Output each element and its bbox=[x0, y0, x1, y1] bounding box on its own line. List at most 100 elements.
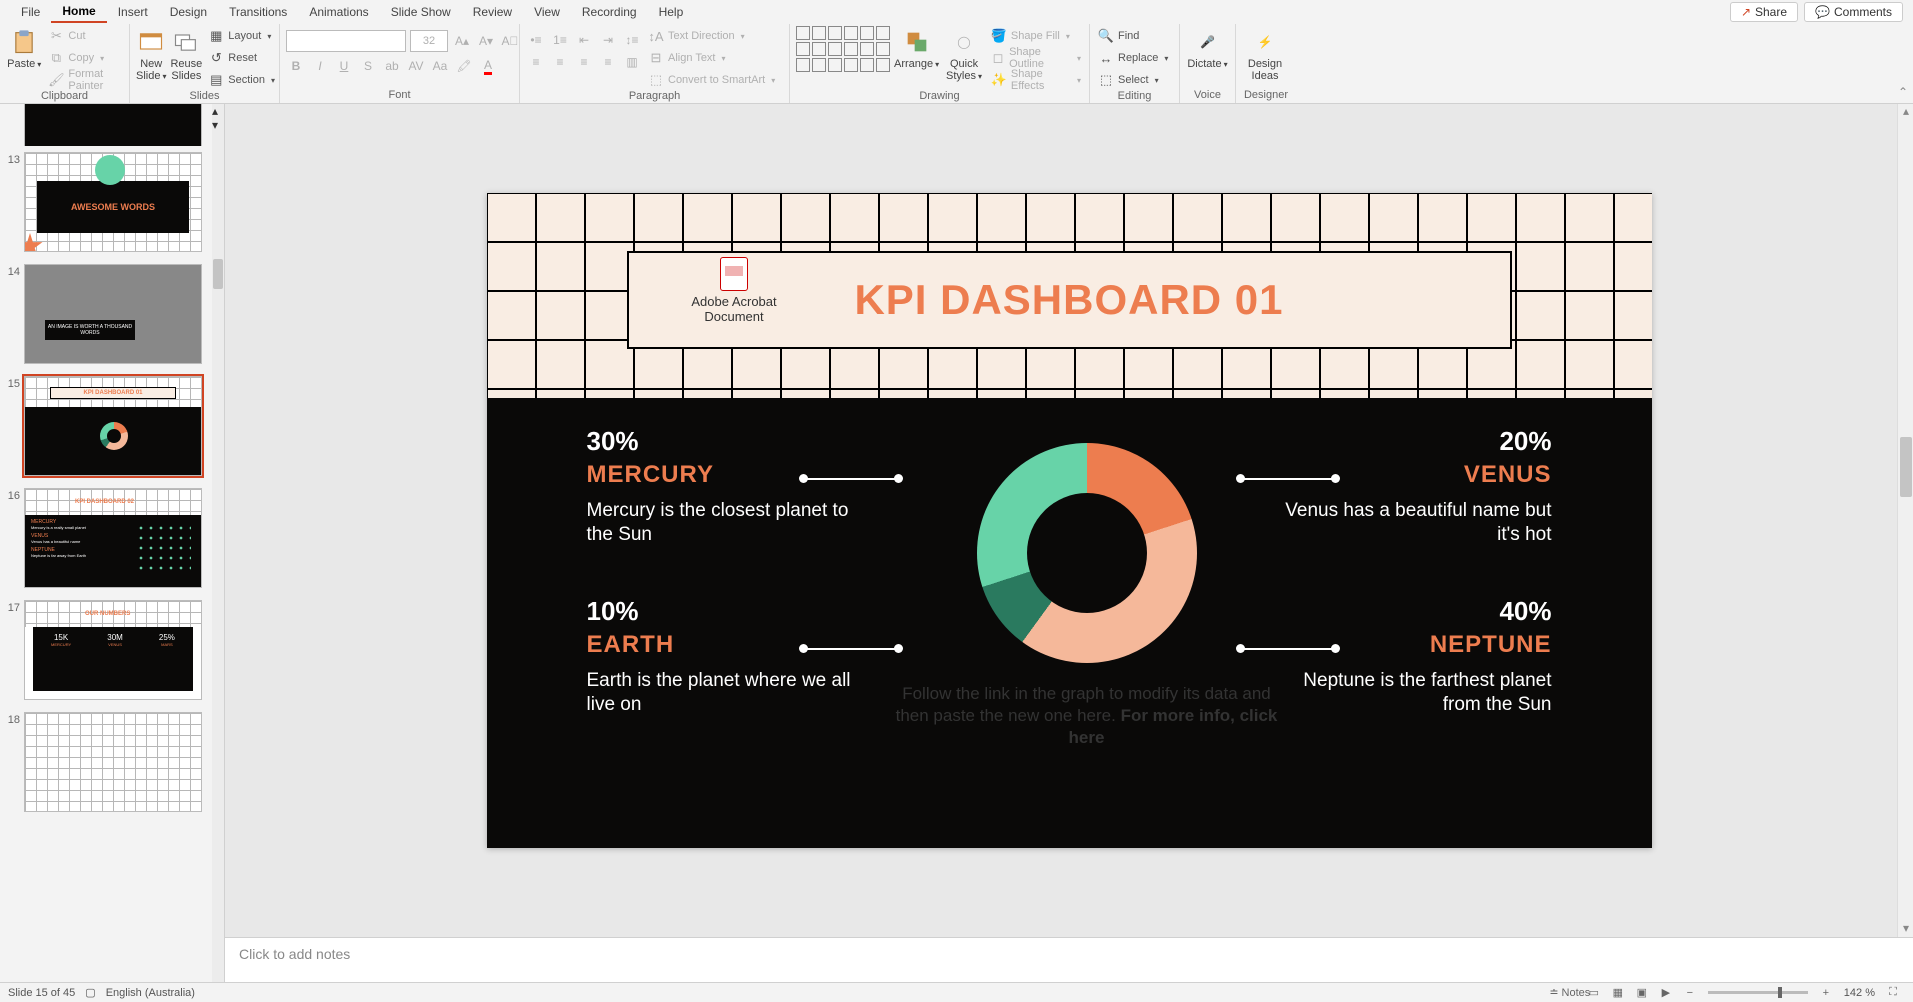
tab-file[interactable]: File bbox=[10, 2, 51, 22]
chart-hint-text[interactable]: Follow the link in the graph to modify i… bbox=[887, 683, 1287, 749]
notes-pane[interactable]: Click to add notes bbox=[225, 937, 1913, 982]
pdf-label: Adobe Acrobat Document bbox=[682, 295, 787, 325]
design-ideas-button[interactable]: ⚡ Design Ideas bbox=[1242, 26, 1288, 82]
numbering-button[interactable]: 1≡ bbox=[550, 30, 570, 50]
text-direction-button[interactable]: ↕AText Direction▾ bbox=[646, 26, 777, 46]
zoom-out-button[interactable]: − bbox=[1679, 985, 1701, 1001]
increase-font-button[interactable]: A▴ bbox=[452, 31, 472, 51]
select-button[interactable]: ⬚Select▾ bbox=[1096, 70, 1170, 90]
kpi-block-mercury[interactable]: 30% MERCURY Mercury is the closest plane… bbox=[587, 426, 877, 547]
thumbnail-scrollbar[interactable]: ▴▾ bbox=[212, 104, 224, 982]
arrange-button[interactable]: Arrange▾ bbox=[894, 26, 939, 70]
align-text-button[interactable]: ⊟Align Text▾ bbox=[646, 48, 777, 68]
thumb-number: 15 bbox=[6, 376, 20, 390]
copy-button[interactable]: ⧉Copy▾ bbox=[46, 48, 123, 68]
collapse-ribbon-button[interactable]: ⌃ bbox=[1893, 24, 1913, 103]
kpi-desc: Venus has a beautiful name but it's hot bbox=[1262, 499, 1552, 547]
new-slide-icon bbox=[137, 28, 165, 56]
cut-button[interactable]: ✂Cut bbox=[46, 26, 123, 46]
find-button[interactable]: 🔍Find bbox=[1096, 26, 1170, 46]
char-spacing-button[interactable]: AV bbox=[406, 56, 426, 76]
zoom-level[interactable]: 142 % bbox=[1844, 987, 1875, 999]
share-button[interactable]: ↗Share bbox=[1730, 2, 1798, 22]
slide-sorter-button[interactable]: ▦ bbox=[1607, 985, 1629, 1001]
align-right-button[interactable]: ≡ bbox=[574, 52, 594, 72]
tab-review[interactable]: Review bbox=[462, 2, 523, 22]
tab-animations[interactable]: Animations bbox=[298, 2, 379, 22]
tab-home[interactable]: Home bbox=[51, 1, 106, 23]
line-spacing-button[interactable]: ↕≡ bbox=[622, 30, 642, 50]
shape-fill-button[interactable]: 🪣Shape Fill▾ bbox=[989, 26, 1083, 46]
format-painter-button[interactable]: 🖌Format Painter bbox=[46, 70, 123, 90]
slide-thumbnail[interactable]: 18 bbox=[0, 706, 212, 818]
zoom-in-button[interactable]: + bbox=[1815, 985, 1837, 1001]
comments-button[interactable]: 💬Comments bbox=[1804, 2, 1903, 22]
kpi-percent: 30% bbox=[587, 426, 877, 457]
shape-effects-button[interactable]: ✨Shape Effects▾ bbox=[989, 70, 1083, 90]
slideshow-view-button[interactable]: ▶ bbox=[1655, 985, 1677, 1001]
paste-button[interactable]: Paste▾ bbox=[6, 26, 42, 70]
change-case-button[interactable]: Aa bbox=[430, 56, 450, 76]
fit-to-window-button[interactable]: ⛶ bbox=[1882, 985, 1904, 1001]
slide-thumbnail[interactable]: 15 KPI DASHBOARD 01 bbox=[0, 370, 212, 482]
shape-outline-button[interactable]: ◻Shape Outline▾ bbox=[989, 48, 1083, 68]
indent-inc-button[interactable]: ⇥ bbox=[598, 30, 618, 50]
editor-vertical-scrollbar[interactable]: ▴▾ bbox=[1897, 104, 1913, 937]
kpi-block-neptune[interactable]: 40% NEPTUNE Neptune is the farthest plan… bbox=[1262, 596, 1552, 717]
kpi-block-venus[interactable]: 20% VENUS Venus has a beautiful name but… bbox=[1262, 426, 1552, 547]
normal-view-button[interactable]: ▭ bbox=[1583, 985, 1605, 1001]
slide-counter[interactable]: Slide 15 of 45 bbox=[8, 987, 75, 999]
slide-thumbnail[interactable] bbox=[0, 104, 212, 146]
underline-button[interactable]: U bbox=[334, 56, 354, 76]
replace-button[interactable]: ↔Replace▾ bbox=[1096, 48, 1170, 68]
tab-recording[interactable]: Recording bbox=[571, 2, 648, 22]
dictate-button[interactable]: 🎤 Dictate▾ bbox=[1186, 26, 1229, 70]
columns-button[interactable]: ▥ bbox=[622, 52, 642, 72]
align-left-button[interactable]: ≡ bbox=[526, 52, 546, 72]
bold-button[interactable]: B bbox=[286, 56, 306, 76]
slide-canvas[interactable]: KPI DASHBOARD 01 Adobe Acrobat Document bbox=[487, 193, 1652, 848]
quick-styles-icon: ◯ bbox=[950, 28, 978, 56]
smartart-button[interactable]: ⬚Convert to SmartArt▾ bbox=[646, 70, 777, 90]
font-family-select[interactable] bbox=[286, 30, 406, 52]
font-color-button[interactable]: A bbox=[478, 56, 498, 76]
tab-design[interactable]: Design bbox=[159, 2, 218, 22]
tab-slideshow[interactable]: Slide Show bbox=[380, 2, 462, 22]
kpi-block-earth[interactable]: 10% EARTH Earth is the planet where we a… bbox=[587, 596, 877, 717]
shadow-button[interactable]: ab bbox=[382, 56, 402, 76]
embedded-pdf-object[interactable]: Adobe Acrobat Document bbox=[682, 257, 787, 325]
zoom-slider[interactable] bbox=[1708, 991, 1808, 994]
tab-insert[interactable]: Insert bbox=[107, 2, 159, 22]
tab-help[interactable]: Help bbox=[648, 2, 695, 22]
reset-button[interactable]: ↺Reset bbox=[206, 48, 277, 68]
slide-title: KPI DASHBOARD 01 bbox=[854, 276, 1283, 324]
layout-button[interactable]: ▦Layout▾ bbox=[206, 26, 277, 46]
canvas-area[interactable]: KPI DASHBOARD 01 Adobe Acrobat Document bbox=[225, 104, 1913, 937]
arrange-label: Arrange bbox=[894, 58, 933, 70]
italic-button[interactable]: I bbox=[310, 56, 330, 76]
align-center-button[interactable]: ≡ bbox=[550, 52, 570, 72]
new-slide-button[interactable]: New Slide▾ bbox=[136, 26, 166, 82]
bullets-button[interactable]: •≡ bbox=[526, 30, 546, 50]
notes-toggle-button[interactable]: ≐ Notes bbox=[1559, 985, 1581, 1001]
tab-view[interactable]: View bbox=[523, 2, 571, 22]
language-indicator[interactable]: English (Australia) bbox=[106, 987, 195, 999]
shapes-gallery[interactable] bbox=[796, 26, 890, 72]
slide-thumbnail[interactable]: 13 AWESOME WORDS bbox=[0, 146, 212, 258]
slide-thumbnail[interactable]: 16 KPI DASHBOARD 02 MERCURY Mercury is a… bbox=[0, 482, 212, 594]
highlight-button[interactable]: 🖍 bbox=[454, 56, 474, 76]
reuse-slides-button[interactable]: Reuse Slides bbox=[170, 26, 202, 82]
clear-format-button[interactable]: A⃠ bbox=[500, 31, 520, 51]
strike-button[interactable]: S bbox=[358, 56, 378, 76]
reading-view-button[interactable]: ▣ bbox=[1631, 985, 1653, 1001]
font-size-select[interactable] bbox=[410, 30, 448, 52]
slide-thumbnail[interactable]: 17 OUR NUMBERS 15KMERCURY 30MVENUS 25%MA… bbox=[0, 594, 212, 706]
justify-button[interactable]: ≡ bbox=[598, 52, 618, 72]
decrease-font-button[interactable]: A▾ bbox=[476, 31, 496, 51]
donut-chart[interactable] bbox=[977, 443, 1197, 663]
quick-styles-button[interactable]: ◯ Quick Styles▾ bbox=[943, 26, 985, 82]
tab-transitions[interactable]: Transitions bbox=[218, 2, 298, 22]
indent-dec-button[interactable]: ⇤ bbox=[574, 30, 594, 50]
slide-thumbnail[interactable]: 14 AN IMAGE IS WORTH A THOUSAND WORDS bbox=[0, 258, 212, 370]
section-button[interactable]: ▤Section▾ bbox=[206, 70, 277, 90]
